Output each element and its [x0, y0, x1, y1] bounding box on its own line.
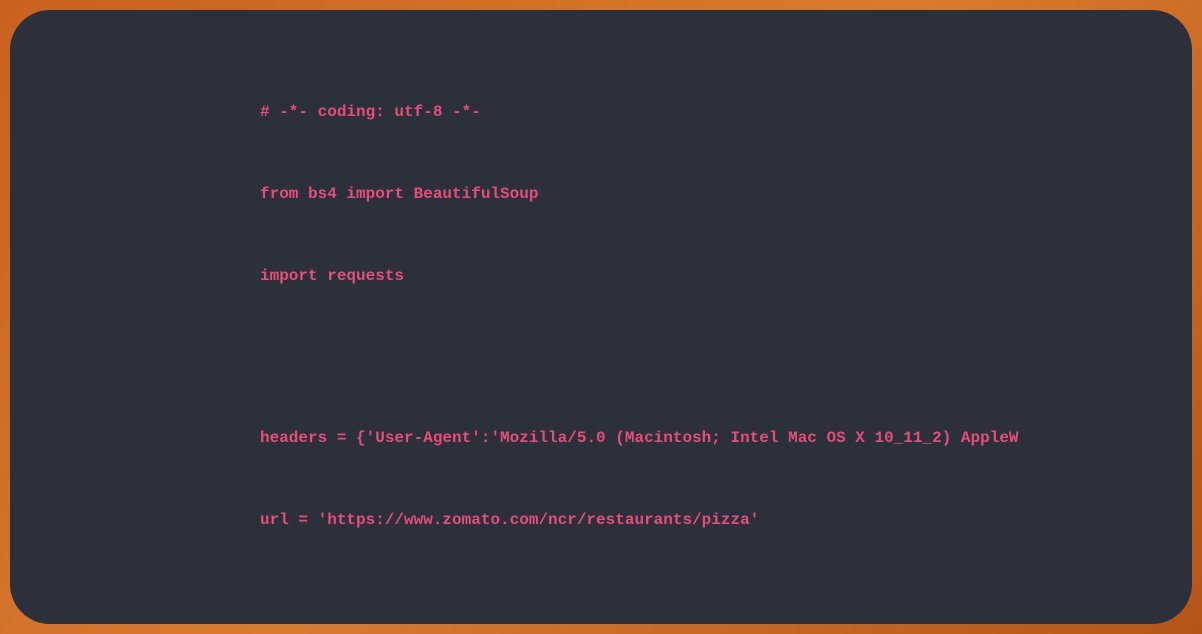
- code-line: [260, 344, 1152, 371]
- code-editor-panel: # -*- coding: utf-8 -*- from bs4 import …: [10, 10, 1192, 624]
- code-line: [260, 589, 1152, 616]
- code-line: import requests: [260, 263, 1152, 290]
- code-line: headers = {'User-Agent':'Mozilla/5.0 (Ma…: [260, 425, 1152, 452]
- code-line: # -*- coding: utf-8 -*-: [260, 99, 1152, 126]
- code-line: url = 'https://www.zomato.com/ncr/restau…: [260, 507, 1152, 534]
- code-block: # -*- coding: utf-8 -*- from bs4 import …: [260, 45, 1152, 624]
- code-line: from bs4 import BeautifulSoup: [260, 181, 1152, 208]
